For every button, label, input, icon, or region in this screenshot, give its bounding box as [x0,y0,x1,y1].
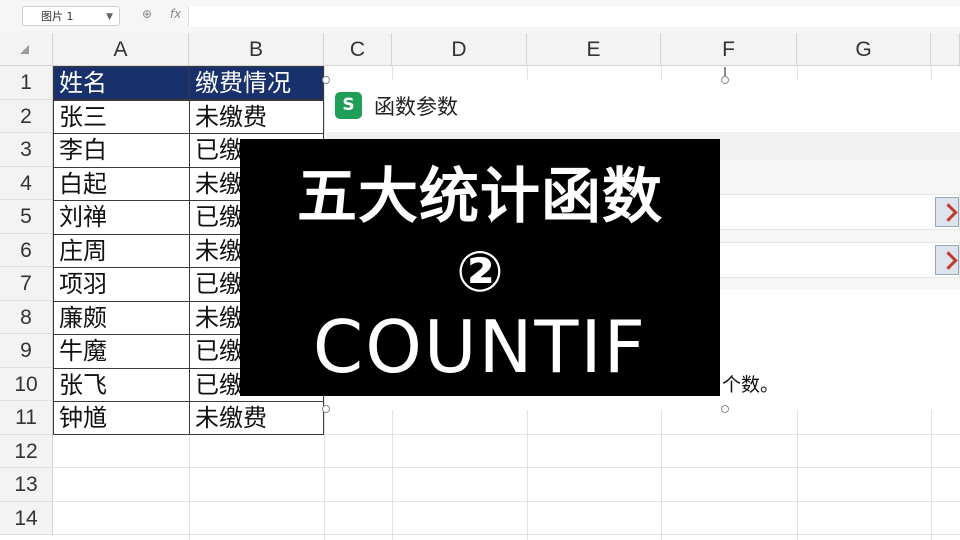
table-cell[interactable]: 项羽 [53,267,190,302]
overlay-function-name: COUNTIF [312,305,648,389]
name-box[interactable]: 图片 1 ▼ [22,6,120,26]
table-cell[interactable]: 白起 [53,166,190,201]
range-input[interactable] [708,194,960,230]
column-header-g[interactable]: G [797,33,931,66]
name-box-value: 图片 1 [41,10,74,23]
row-header-5[interactable]: 5 [0,200,53,234]
row-header-1[interactable]: 1 [0,66,53,100]
resize-handle[interactable] [322,405,330,413]
resize-handle[interactable] [322,76,330,84]
chevron-down-icon[interactable]: ▼ [106,7,113,27]
dialog-title-bar: S 函数参数 [326,80,960,130]
column-header-b[interactable]: B [189,33,324,66]
column-header-a[interactable]: A [53,33,189,66]
fx-icon[interactable]: fx [170,7,181,21]
table-cell[interactable]: 庄周 [53,233,190,268]
header-cell-name[interactable]: 姓名 [53,66,190,100]
overlay-title: 五大统计函数 [297,162,663,232]
row-header-3[interactable]: 3 [0,133,53,167]
dialog-title: 函数参数 [374,95,458,119]
range-select-icon[interactable] [935,245,959,275]
table-cell[interactable]: 张三 [53,99,190,134]
table-cell[interactable]: 未缴费 [189,99,324,134]
row-header-9[interactable]: 9 [0,334,53,368]
row-header-2[interactable]: 2 [0,99,53,133]
formula-input[interactable] [188,6,960,27]
gridline [53,500,960,502]
row-header-12[interactable]: 12 [0,434,53,468]
overlay-number: ② [456,240,504,305]
column-header-e[interactable]: E [527,33,661,66]
resize-handle[interactable] [721,405,729,413]
row-header-7[interactable]: 7 [0,267,53,301]
table-cell[interactable]: 钟馗 [53,401,190,435]
gridline [53,534,960,535]
title-overlay: 五大统计函数 ② COUNTIF [240,139,720,396]
resize-handle[interactable] [721,76,729,84]
select-all-icon [20,45,29,54]
select-all-corner[interactable] [0,33,53,66]
table-cell[interactable]: 刘禅 [53,200,190,235]
row-header-10[interactable]: 10 [0,367,53,401]
dialog-description: 个数。 [722,374,780,396]
table-cell[interactable]: 廉颇 [53,300,190,335]
table-cell[interactable]: 张飞 [53,367,190,402]
zoom-icon[interactable]: ⊕ [142,7,152,21]
rotate-handle[interactable] [724,67,726,77]
row-header-6[interactable]: 6 [0,233,53,267]
table-cell[interactable]: 李白 [53,133,190,168]
row-header-14[interactable]: 14 [0,501,53,535]
criteria-input[interactable] [708,242,960,278]
header-cell-payment[interactable]: 缴费情况 [189,66,324,100]
formula-bar: 图片 1 ▼ ⊕ fx [0,0,960,34]
column-header-c[interactable]: C [324,33,392,66]
column-header-f[interactable]: F [661,33,797,66]
app-logo-icon: S [335,92,362,119]
column-header-h[interactable] [931,33,960,66]
row-header-11[interactable]: 11 [0,401,53,435]
table-cell[interactable]: 未缴费 [189,401,324,435]
range-select-icon[interactable] [935,197,959,227]
row-header-13[interactable]: 13 [0,468,53,502]
column-header-d[interactable]: D [392,33,527,66]
row-header-4[interactable]: 4 [0,166,53,200]
gridline [53,467,960,468]
table-cell[interactable]: 牛魔 [53,334,190,369]
row-header-8[interactable]: 8 [0,300,53,334]
